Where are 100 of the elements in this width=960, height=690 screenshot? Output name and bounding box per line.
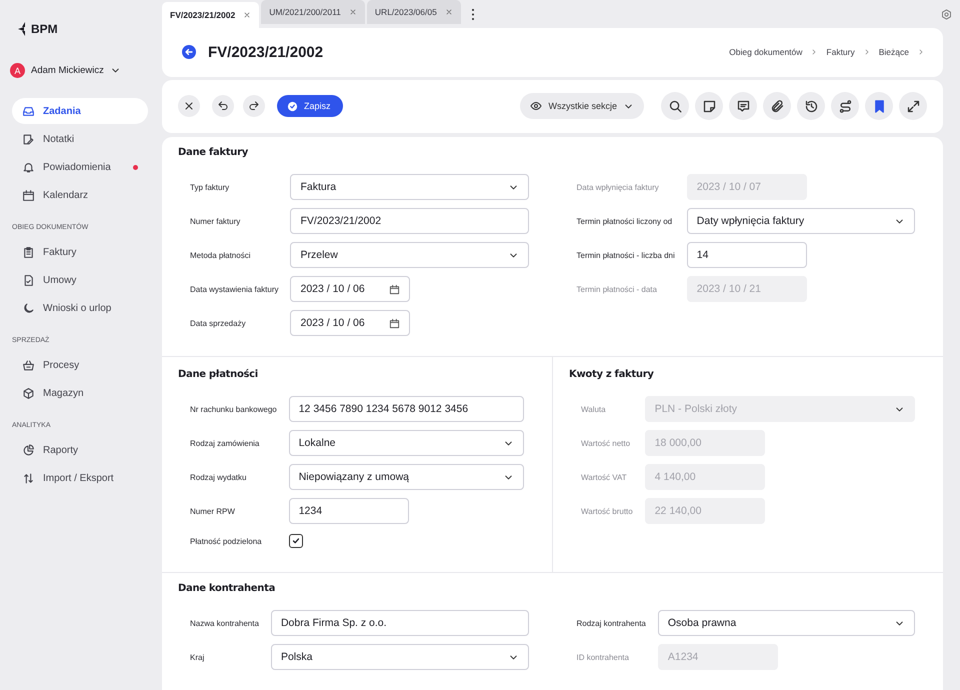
field-label: Metoda płatności [190,250,252,260]
expand-icon [906,98,920,114]
comment-button[interactable] [729,92,757,120]
sidebar-item[interactable]: Umowy [12,267,148,293]
section-title: Dane kontrahenta [178,583,276,594]
text-field[interactable]: 12 3456 7890 1234 5678 9012 3456 [288,396,524,422]
text-field[interactable]: Dobra Firma Sp. z o.o. [270,610,528,636]
field-label: Rodzaj wydatku [190,472,248,482]
save-button[interactable]: Zapisz [277,95,343,118]
sidebar-item[interactable]: Raporty [12,437,148,463]
field-label: Płatność podzielona [190,536,263,546]
eye-icon [530,100,542,112]
sidebar-item[interactable]: Import / Eksport [12,465,148,491]
calendar-icon [22,188,35,202]
select-field[interactable]: Przelew [290,242,528,268]
back-icon[interactable] [182,45,196,60]
field-label: Typ faktury [190,182,230,192]
sticky-note-icon [702,98,716,114]
text-field[interactable]: 1234 [288,498,409,524]
user-menu[interactable]: A Adam Mickiewicz [10,63,148,78]
inbox-icon [22,104,35,118]
paperclip-button[interactable] [763,92,791,120]
redo-button[interactable] [243,95,265,118]
select-field[interactable]: Niepowiązany z umową [288,464,524,490]
date-field[interactable]: 2023 / 10 / 06 [290,276,410,302]
expand-button[interactable] [899,92,927,120]
field-label: Nazwa kontrahenta [190,618,259,628]
select-field[interactable]: Daty wpłynięcia faktury [686,208,915,234]
undo-icon [217,100,229,112]
document-title: FV/2023/21/2002 [208,44,324,61]
checkmark-icon [290,536,301,546]
field-label: Data wpłynięcia faktury [576,182,660,192]
pie-chart-icon [22,444,35,456]
select-field[interactable]: Faktura [290,174,528,200]
close-icon[interactable] [348,8,357,16]
document-tab[interactable]: FV/2023/21/2002 [162,2,260,28]
field-label: Numer faktury [190,216,242,226]
field-label: Wartość brutto [581,506,633,516]
field-label: Wartość VAT [581,472,628,482]
search-button[interactable] [661,92,689,120]
route-icon [838,98,852,114]
app-name: BPM [31,22,58,36]
logo-icon [18,22,25,36]
sidebar-item[interactable]: Magazyn [12,380,148,406]
note-pencil-icon [22,132,35,146]
check-circle-icon [287,100,298,112]
field-label: Termin płatności - liczba dni [576,250,675,260]
close-icon[interactable] [243,11,252,19]
checkbox[interactable] [288,534,303,548]
select-field[interactable]: Osoba prawna [658,610,915,636]
sticky-note-button[interactable] [695,92,723,120]
close-icon[interactable] [444,8,453,16]
section-title: Kwoty z faktury [569,369,655,380]
avatar: A [10,63,25,78]
sidebar-item[interactable]: Faktury [12,239,148,265]
breadcrumb-link[interactable]: Faktury [826,47,855,58]
route-button[interactable] [831,92,859,120]
sidebar-item[interactable]: Powiadomienia [12,154,148,180]
sidebar-item[interactable]: Notatki [12,126,148,152]
select-field[interactable]: Lokalne [288,430,524,456]
text-field[interactable]: FV/2023/21/2002 [290,208,528,234]
bell-icon [22,160,35,174]
date-field[interactable]: 2023 / 10 / 06 [290,310,410,336]
breadcrumb-link[interactable]: Bieżące [878,47,909,58]
document-check-icon [22,274,35,286]
section-title: Dane płatności [178,369,259,380]
bookmark-button[interactable] [865,92,893,120]
sidebar-item[interactable]: Zadania [12,98,148,124]
sidebar-item[interactable]: Procesy [12,352,148,378]
paperclip-icon [770,98,784,114]
calendar-icon [389,284,400,294]
document-tab[interactable]: URL/2023/06/05 [366,0,461,24]
settings-icon[interactable] [941,9,952,20]
field-label: Rodzaj zamówienia [190,438,260,448]
field-label: Rodzaj kontrahenta [576,618,646,628]
undo-button[interactable] [212,95,234,118]
breadcrumb-link[interactable]: Obieg dokumentów [729,47,802,58]
document-tab[interactable]: UM/2021/200/2011 [261,0,365,24]
field-label: Waluta [581,404,607,414]
redo-icon [248,100,260,112]
field-label: Wartość netto [581,438,632,448]
up-down-arrows-icon [22,472,35,484]
close-button[interactable] [178,95,200,118]
field-label: Data wystawienia faktury [190,284,278,294]
field-label: Nr rachunku bankowego [190,404,277,414]
text-field[interactable]: 14 [686,242,807,268]
history-button[interactable] [797,92,825,120]
field-label: ID kontrahenta [576,652,630,662]
sidebar-item[interactable]: Wnioski o urlop [12,295,148,321]
select-field[interactable]: Polska [270,644,528,670]
sections-dropdown[interactable]: Wszystkie sekcje [520,93,644,120]
cube-icon [22,386,35,400]
search-icon [668,98,682,114]
clipboard-icon [22,246,35,258]
close-icon [183,100,195,112]
comment-icon [736,98,750,114]
calendar-icon [389,318,400,328]
field-label: Data sprzedaży [190,318,247,328]
sidebar-item[interactable]: Kalendarz [12,182,148,208]
more-icon[interactable] [470,8,475,20]
